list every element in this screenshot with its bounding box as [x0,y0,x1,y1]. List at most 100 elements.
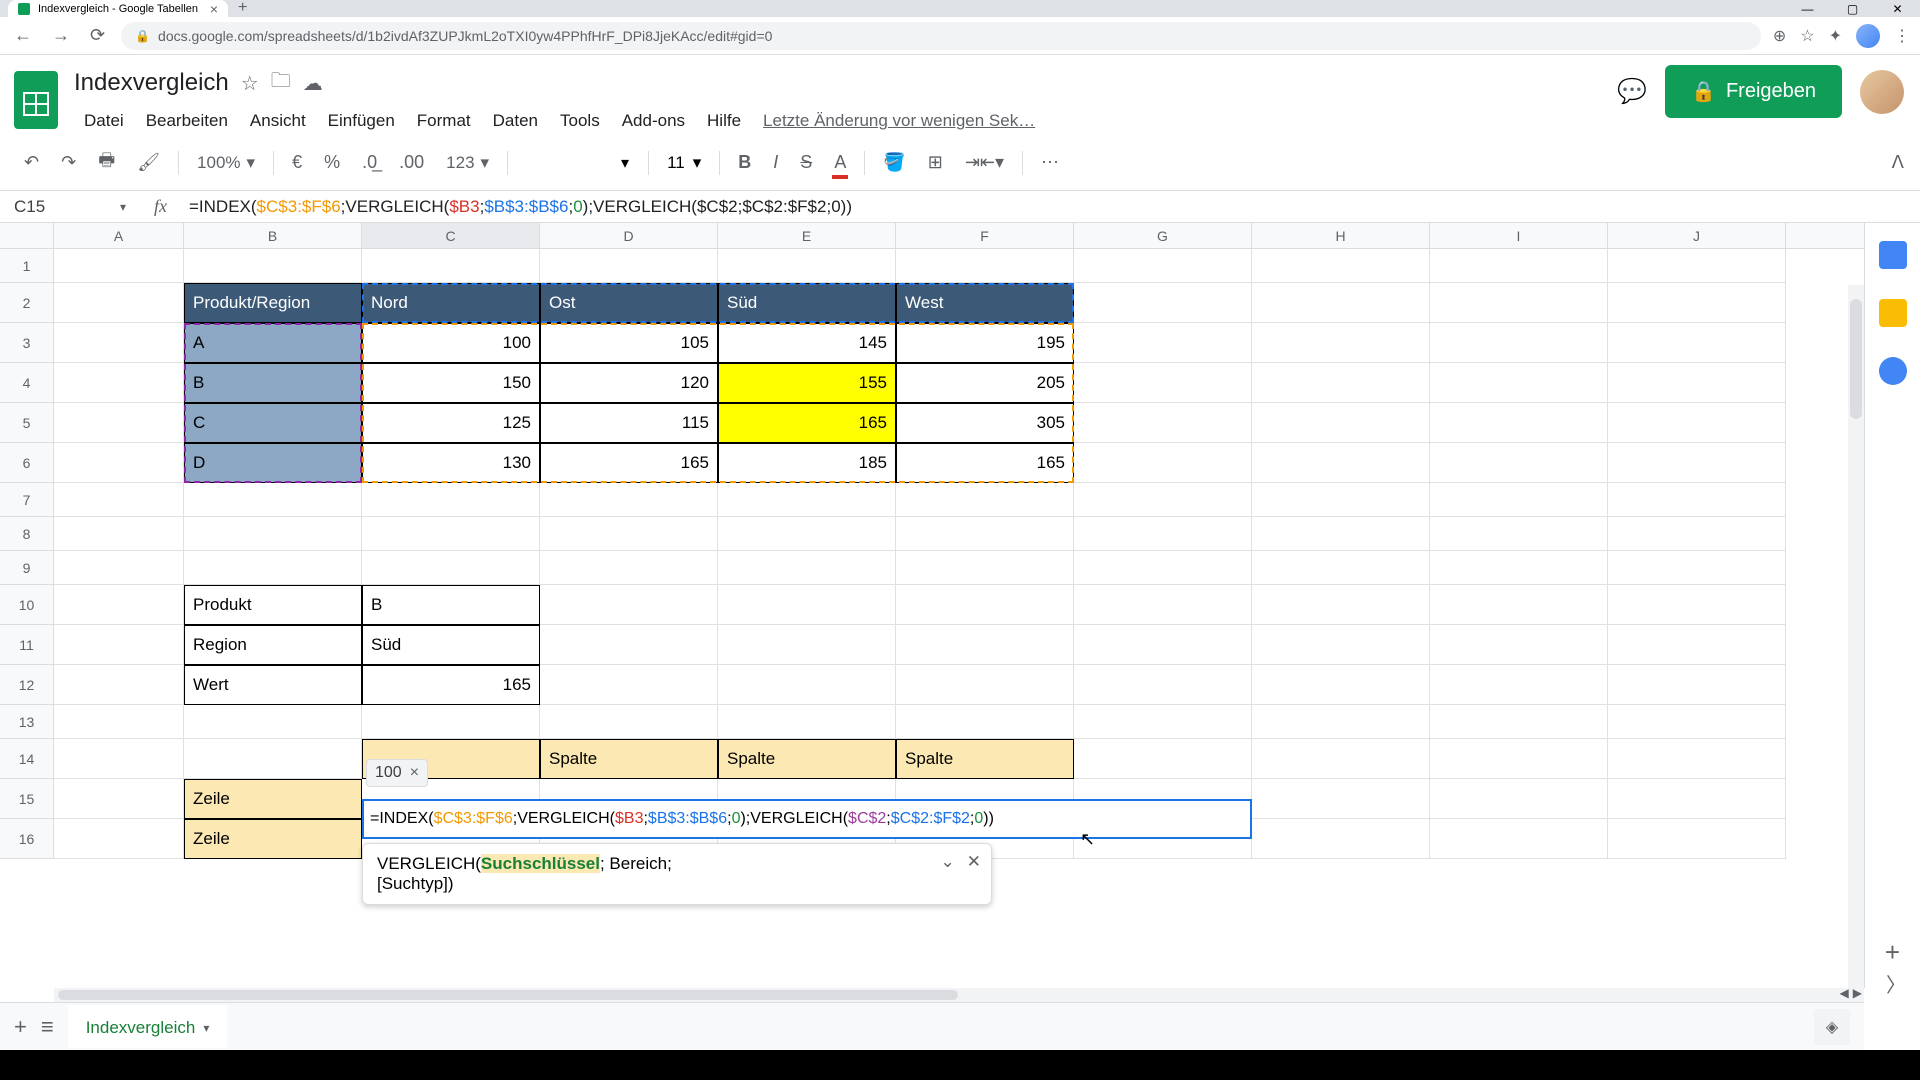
cell[interactable] [1252,323,1430,363]
cell[interactable]: A [184,323,362,363]
cell[interactable] [1430,517,1608,551]
cell[interactable] [1252,517,1430,551]
cell[interactable]: B [184,363,362,403]
cell[interactable] [1252,443,1430,483]
forward-button[interactable]: → [48,21,74,50]
cell[interactable] [1252,705,1430,739]
cell[interactable] [1608,443,1786,483]
cell[interactable] [362,705,540,739]
currency-button[interactable]: € [284,146,310,179]
cell[interactable]: 145 [718,323,896,363]
fill-color-button[interactable]: 🪣 [875,146,913,179]
row-header[interactable]: 12 [0,665,54,705]
zoom-select[interactable]: 100% ▾ [189,149,263,177]
cell[interactable] [1608,517,1786,551]
merge-button[interactable]: ⇥⇤▾ [957,146,1012,179]
col-header-j[interactable]: J [1608,223,1786,248]
cell[interactable] [1074,517,1252,551]
menu-tools[interactable]: Tools [550,107,610,135]
cell[interactable] [718,551,896,585]
menu-datei[interactable]: Datei [74,107,134,135]
cell[interactable] [896,483,1074,517]
cell[interactable] [1430,819,1608,859]
cell[interactable]: 195 [896,323,1074,363]
cell[interactable] [1252,249,1430,283]
cell[interactable] [1252,283,1430,323]
user-avatar[interactable] [1860,70,1904,114]
row-header[interactable]: 6 [0,443,54,483]
cell[interactable] [1608,585,1786,625]
cell[interactable]: Spalte [718,739,896,779]
cell[interactable] [1608,323,1786,363]
cell[interactable] [718,483,896,517]
cell-editor[interactable]: =INDEX($C$3:$F$6;VERGLEICH($B3;$B$3:$B$6… [362,799,1252,839]
cell[interactable]: 165 [718,403,896,443]
col-header-e[interactable]: E [718,223,896,248]
cell[interactable] [1608,249,1786,283]
cell[interactable] [1430,705,1608,739]
cell[interactable] [540,705,718,739]
cell[interactable] [184,517,362,551]
menu-daten[interactable]: Daten [483,107,548,135]
back-button[interactable]: ← [10,21,36,50]
browser-tab[interactable]: Indexvergleich - Google Tabellen × [8,0,228,17]
cell[interactable] [184,705,362,739]
cell[interactable] [540,249,718,283]
cell[interactable] [1608,483,1786,517]
col-header-c[interactable]: C [362,223,540,248]
cell[interactable] [1430,585,1608,625]
cell[interactable]: 165 [896,443,1074,483]
undo-button[interactable]: ↶ [16,146,47,179]
row-header[interactable]: 15 [0,779,54,819]
calendar-icon[interactable] [1879,241,1907,269]
comments-icon[interactable]: 💬 [1617,77,1647,106]
cell[interactable] [1074,551,1252,585]
doc-title[interactable]: Indexvergleich [74,69,229,97]
cell[interactable] [896,625,1074,665]
cell[interactable] [362,483,540,517]
menu-addons[interactable]: Add-ons [612,107,695,135]
col-header-f[interactable]: F [896,223,1074,248]
percent-button[interactable]: % [316,146,348,179]
cell[interactable] [54,739,184,779]
cell[interactable] [54,625,184,665]
cell[interactable] [718,705,896,739]
cell[interactable]: 305 [896,403,1074,443]
increase-decimal-button[interactable]: .00 [391,146,432,179]
cell[interactable] [1074,363,1252,403]
col-header-i[interactable]: I [1430,223,1608,248]
cell[interactable] [718,249,896,283]
formula-bar[interactable]: =INDEX($C$3:$F$6;VERGLEICH($B3;$B$3:$B$6… [181,197,1920,217]
cell[interactable] [362,517,540,551]
menu-hilfe[interactable]: Hilfe [697,107,751,135]
cell[interactable] [1074,705,1252,739]
col-header-h[interactable]: H [1252,223,1430,248]
cell[interactable] [1252,739,1430,779]
cell[interactable] [896,665,1074,705]
cell[interactable] [718,585,896,625]
minimize-button[interactable]: — [1785,0,1830,17]
share-button[interactable]: 🔒 Freigeben [1665,65,1842,118]
cell[interactable] [896,705,1074,739]
cell[interactable]: 155 [718,363,896,403]
cell[interactable] [54,363,184,403]
zoom-icon[interactable]: ⊕ [1773,26,1786,46]
cell[interactable] [1074,585,1252,625]
cell[interactable]: 100 [362,323,540,363]
cell[interactable] [1074,483,1252,517]
cell[interactable] [1252,819,1430,859]
cell[interactable]: 185 [718,443,896,483]
cell[interactable] [54,323,184,363]
cell[interactable] [1608,665,1786,705]
menu-icon[interactable]: ⋮ [1894,26,1910,46]
cell[interactable]: 165 [362,665,540,705]
cell[interactable] [896,585,1074,625]
cell[interactable]: Nord [362,283,540,323]
cell[interactable] [718,517,896,551]
cell[interactable] [1252,779,1430,819]
cell[interactable] [54,517,184,551]
borders-button[interactable]: ⊞ [920,146,951,179]
close-result-icon[interactable]: × [410,764,419,782]
cell[interactable] [362,551,540,585]
cell[interactable] [184,739,362,779]
